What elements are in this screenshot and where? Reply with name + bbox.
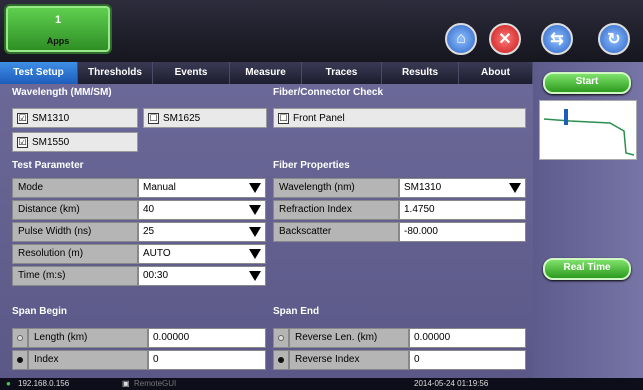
reverse-length-radio[interactable] [273,328,289,348]
pulse-width-value: 25 [143,226,155,237]
test-setup-panel: Wavelength (MM/SM) ☑ SM1310 ☐ SM1625 ☑ S… [0,84,533,378]
backscatter-input[interactable]: -80.000 [399,222,526,242]
apps-label: Apps [46,36,70,46]
radio-icon [17,335,23,341]
checkbox-icon[interactable]: ☑ [17,136,28,148]
fiber-wavelength-select[interactable]: SM1310 [399,178,526,198]
reverse-index-input[interactable]: 0 [409,350,526,370]
checkbox-icon[interactable]: ☑ [17,112,28,124]
sync-icon[interactable]: ⇆ [541,23,573,55]
resolution-select[interactable]: AUTO [138,244,266,264]
mode-label: Mode [12,178,138,198]
index-input[interactable]: 0 [148,350,266,370]
ip-address: 192.168.0.156 [18,379,70,388]
tab-thresholds[interactable]: Thresholds [78,62,153,84]
radio-icon [17,357,23,363]
remote-icon: ▣ [122,379,130,388]
distance-select[interactable]: 40 [138,200,266,220]
dropdown-arrow-icon [509,183,521,193]
span-end-title: Span End [273,306,320,317]
radio-icon [278,335,284,341]
length-input[interactable]: 0.00000 [148,328,266,348]
mode-value: Manual [143,182,176,193]
dropdown-arrow-icon [249,227,261,237]
remote-status: RemoteGUI [134,379,177,388]
datetime: 2014-05-24 01:19:56 [414,379,489,388]
network-icon: ● [6,379,11,388]
front-panel-label: Front Panel [293,112,345,124]
real-time-button[interactable]: Real Time [543,258,631,280]
pulse-width-label: Pulse Width (ns) [12,222,138,242]
status-bar: ● 192.168.0.156 ▣ RemoteGUI 2014-05-24 0… [0,378,643,390]
dropdown-arrow-icon [249,205,261,215]
apps-button[interactable]: 1 Apps [6,6,110,52]
tab-about[interactable]: About [459,62,533,84]
trace-preview-graphic [543,109,635,156]
refresh-icon[interactable]: ↻ [598,23,630,55]
wavelength-option-label: SM1550 [32,136,70,148]
tab-events[interactable]: Events [153,62,230,84]
backscatter-label: Backscatter [273,222,399,242]
wavelength-option-sm1625[interactable]: ☐ SM1625 [143,108,267,128]
index-radio[interactable] [12,350,28,370]
span-begin-title: Span Begin [12,306,68,317]
trace-preview[interactable] [539,100,637,160]
tab-traces[interactable]: Traces [302,62,382,84]
tab-bar: Test Setup Thresholds Events Measure Tra… [0,62,533,84]
mode-select[interactable]: Manual [138,178,266,198]
wavelength-title: Wavelength (MM/SM) [12,87,112,98]
resolution-value: AUTO [143,248,171,259]
dropdown-arrow-icon [249,271,261,281]
fiber-properties-title: Fiber Properties [273,160,350,171]
wavelength-option-label: SM1310 [32,112,70,124]
fiber-wavelength-label: Wavelength (nm) [273,178,399,198]
radio-icon [278,357,284,363]
wavelength-option-sm1550[interactable]: ☑ SM1550 [12,132,138,152]
time-select[interactable]: 00:30 [138,266,266,286]
fiber-check-title: Fiber/Connector Check [273,87,384,98]
dropdown-arrow-icon [249,249,261,259]
home-icon[interactable]: ⌂ [445,23,477,55]
reverse-index-radio[interactable] [273,350,289,370]
front-panel-option[interactable]: ☐ Front Panel [273,108,526,128]
test-parameter-title: Test Parameter [12,160,84,171]
tab-results[interactable]: Results [382,62,459,84]
checkbox-icon[interactable]: ☐ [148,112,159,124]
length-label: Length (km) [28,328,148,348]
start-button[interactable]: Start [543,72,631,94]
close-icon[interactable]: ✕ [489,23,521,55]
reverse-index-label: Reverse Index [289,350,409,370]
checkbox-icon[interactable]: ☐ [278,112,289,124]
fiber-wavelength-value: SM1310 [404,182,442,193]
tab-measure[interactable]: Measure [230,62,302,84]
distance-label: Distance (km) [12,200,138,220]
resolution-label: Resolution (m) [12,244,138,264]
distance-value: 40 [143,204,155,215]
tab-test-setup[interactable]: Test Setup [0,62,78,84]
refraction-index-label: Refraction Index [273,200,399,220]
wavelength-option-label: SM1625 [163,112,201,124]
refraction-index-input[interactable]: 1.4750 [399,200,526,220]
wavelength-option-sm1310[interactable]: ☑ SM1310 [12,108,138,128]
length-radio[interactable] [12,328,28,348]
dropdown-arrow-icon [249,183,261,193]
apps-count: 1 [54,14,62,26]
index-label: Index [28,350,148,370]
pulse-width-select[interactable]: 25 [138,222,266,242]
time-label: Time (m:s) [12,266,138,286]
time-value: 00:30 [143,270,169,281]
reverse-length-input[interactable]: 0.00000 [409,328,526,348]
reverse-length-label: Reverse Len. (km) [289,328,409,348]
